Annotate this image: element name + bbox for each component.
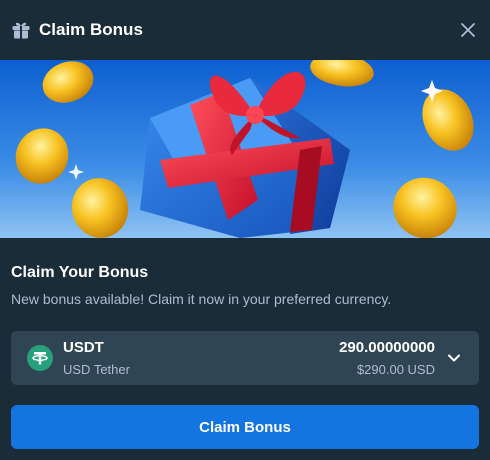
modal-header: Claim Bonus — [0, 0, 490, 60]
currency-name: USD Tether — [63, 362, 130, 377]
claim-bonus-button[interactable]: Claim Bonus — [11, 405, 479, 449]
close-icon[interactable] — [458, 20, 478, 40]
gift-icon — [12, 22, 30, 39]
bonus-amount: 290.00000000 — [339, 339, 435, 356]
bonus-description: New bonus available! Claim it now in you… — [11, 291, 392, 307]
tether-icon — [27, 345, 53, 371]
chevron-down-icon[interactable] — [447, 352, 461, 364]
bonus-banner-illustration — [0, 60, 490, 238]
bonus-fiat-value: $290.00 USD — [356, 362, 435, 377]
currency-dropdown[interactable]: USDT USD Tether 290.00000000 $290.00 USD — [11, 331, 479, 385]
claim-bonus-modal: Claim Bonus Claim Your Bonus New bonus a… — [0, 0, 490, 460]
currency-code: USDT — [63, 339, 104, 356]
bonus-heading: Claim Your Bonus — [11, 264, 149, 281]
modal-title: Claim Bonus — [39, 20, 143, 39]
